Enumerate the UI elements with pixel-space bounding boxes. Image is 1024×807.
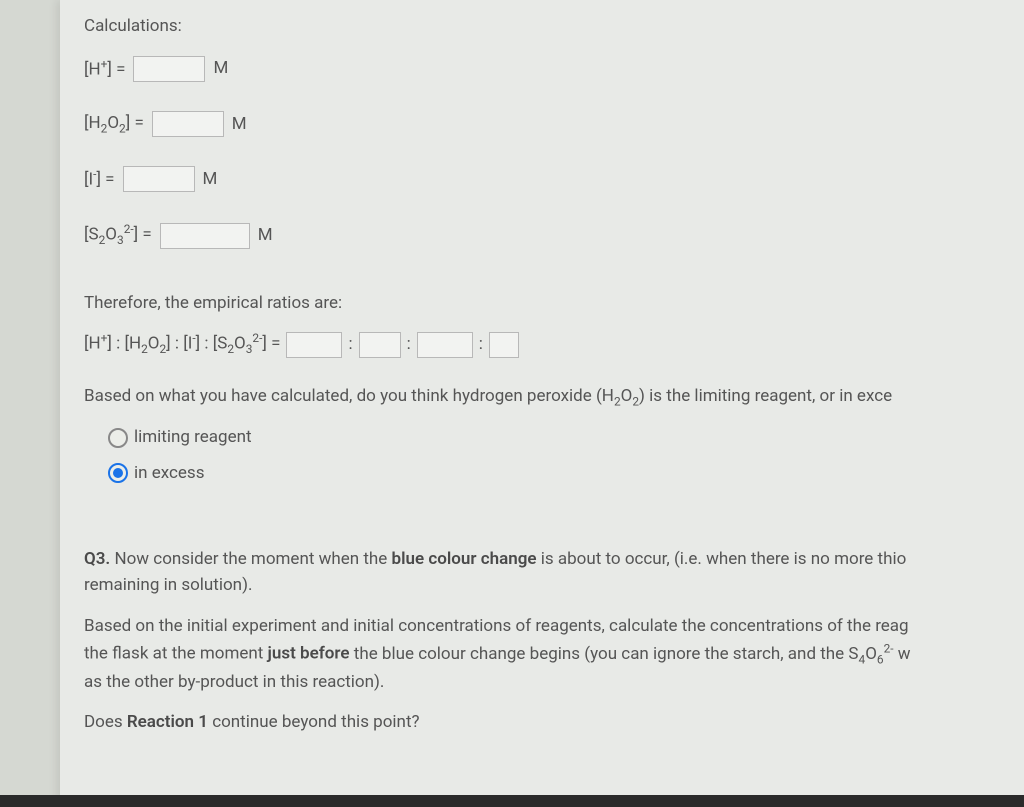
thiosulfate-label: [S2O32-] = [84,221,152,250]
thiosulfate-input[interactable] [160,223,250,249]
h-plus-input[interactable] [133,56,205,82]
unit-label: M [213,56,228,82]
calculations-heading: Calculations: [84,14,1000,40]
taskbar [0,795,1024,807]
h-plus-row: [H+] = M [84,56,1000,83]
ratio-input-3[interactable] [417,332,473,358]
iodide-label: [I-] = [84,166,115,193]
q3-paragraph-1: Q3. Now consider the moment when the blu… [84,546,1000,599]
ratio-label: [H+] : [H2O2] : [I-] : [S2O32-] = [84,330,280,359]
radio-option-excess[interactable]: in excess [108,461,1000,487]
q3-paragraph-3: Does Reaction 1 continue beyond this poi… [84,709,1000,735]
radio-label: limiting reagent [134,425,252,451]
limiting-question: Based on what you have calculated, do yo… [84,383,1000,411]
iodide-row: [I-] = M [84,166,1000,193]
radio-option-limiting[interactable]: limiting reagent [108,425,1000,451]
h-plus-label: [H+] = [84,56,125,83]
unit-label: M [203,167,218,193]
radio-group-limiting: limiting reagent in excess [108,425,1000,486]
q3-number: Q3. [84,549,110,569]
ratio-row: [H+] : [H2O2] : [I-] : [S2O32-] = : : : [84,330,1000,359]
colon: : [407,332,411,358]
unit-label: M [258,223,273,249]
ratio-input-2[interactable] [359,332,401,358]
therefore-text: Therefore, the empirical ratios are: [84,290,1000,316]
unit-label: M [232,112,247,138]
h2o2-label: [H2O2] = [84,111,144,138]
colon: : [479,332,483,358]
question-page: Calculations: [H+] = M [H2O2] = M [I-] =… [60,0,1024,807]
radio-icon [108,428,128,448]
h2o2-row: [H2O2] = M [84,111,1000,138]
iodide-input[interactable] [123,166,195,192]
radio-icon [108,463,128,483]
ratio-input-1[interactable] [286,332,342,358]
ratio-input-4[interactable] [489,332,519,358]
thiosulfate-row: [S2O32-] = M [84,221,1000,250]
radio-label: in excess [134,461,204,487]
colon: : [348,332,352,358]
h2o2-input[interactable] [152,111,224,137]
q3-paragraph-2: Based on the initial experiment and init… [84,613,1000,695]
